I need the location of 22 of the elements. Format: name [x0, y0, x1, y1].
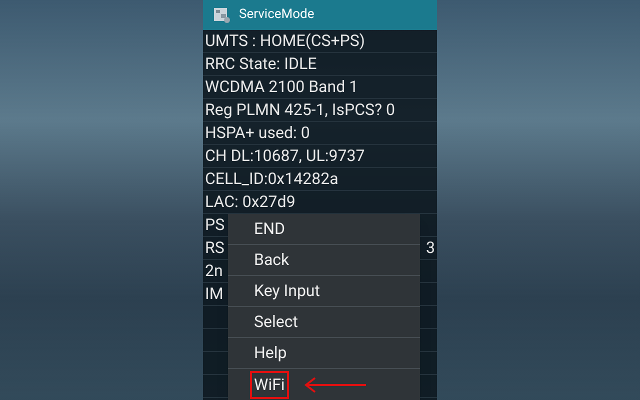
app-title: ServiceMode — [239, 6, 314, 24]
menu-item[interactable]: END — [250, 215, 290, 243]
info-line: IM — [205, 283, 224, 305]
info-line: HSPA+ used: 0 — [205, 122, 310, 144]
info-line: Reg PLMN 425-1, IsPCS? 0 — [205, 99, 396, 121]
info-line: RS — [205, 237, 224, 259]
info-line: 2n — [205, 260, 223, 282]
menu-item[interactable]: Back — [250, 246, 294, 274]
info-line: RRC State: IDLE — [205, 53, 317, 75]
pointer-arrow — [302, 376, 367, 392]
info-line: LAC: 0x27d9 — [205, 191, 296, 213]
app-icon — [213, 6, 231, 24]
menu-item[interactable]: Select — [250, 308, 302, 336]
info-line: CH DL:10687, UL:9737 — [205, 145, 365, 167]
info-line: UMTS : HOME(CS+PS) — [205, 30, 365, 52]
menu-item[interactable]: Help — [250, 339, 291, 367]
info-line: WCDMA 2100 Band 1 — [205, 76, 358, 98]
menu-item[interactable]: WiFi — [250, 370, 289, 398]
info-line-end: 3 — [426, 237, 435, 259]
info-line: PS — [205, 214, 225, 236]
info-line: CELL_ID:0x14282a — [205, 168, 338, 190]
menu-item[interactable]: Key Input — [250, 277, 324, 305]
